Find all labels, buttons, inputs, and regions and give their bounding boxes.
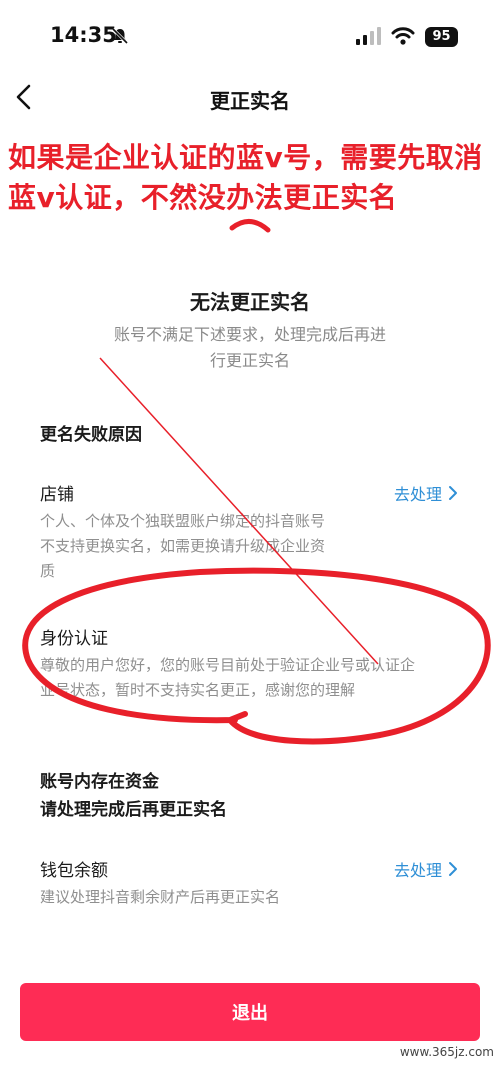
chevron-right-icon	[449, 486, 457, 500]
reason-store-description: 个人、个体及个独联盟账户绑定的抖音账号 不支持更换实名，如需更换请升级成企业资 …	[40, 509, 430, 584]
status-bar: 14:35 95	[0, 0, 500, 70]
chevron-right-icon	[449, 862, 457, 876]
exit-button[interactable]: 退出	[20, 983, 480, 1041]
annotation-line-1: 如果是企业认证的蓝v号，需要先取消	[8, 141, 483, 174]
status-time: 14:35	[50, 23, 117, 47]
page-title: 更正实名	[210, 89, 290, 113]
reason-store-desc-line-2: 不支持更换实名，如需更换请升级成企业资	[40, 537, 326, 555]
mute-bell-icon	[111, 27, 129, 45]
wallet-handle-label: 去处理	[393, 861, 442, 880]
wallet-balance-title: 钱包余额	[40, 861, 108, 881]
annotation-line-2: 蓝v认证，不然没办法更正实名	[8, 181, 398, 214]
watermark: www.365jz.com	[399, 1045, 494, 1059]
annotation-note: 如果是企业认证的蓝v号，需要先取消 蓝v认证，不然没办法更正实名	[8, 138, 498, 218]
battery-indicator: 95	[425, 27, 458, 47]
reason-store-desc-line-3: 质	[40, 562, 56, 580]
wallet-balance-description: 建议处理抖音剩余财产后再更正实名	[40, 888, 281, 906]
dialog-title: 无法更正实名	[190, 290, 310, 314]
reason-identity-title: 身份认证	[40, 629, 108, 649]
wifi-icon	[391, 27, 415, 45]
dialog-desc-line-2: 行更正实名	[209, 351, 290, 370]
store-handle-link[interactable]: 去处理	[394, 481, 458, 505]
store-handle-label: 去处理	[393, 485, 442, 504]
annotation-smile-stroke	[229, 219, 271, 233]
cellular-signal-icon	[356, 27, 381, 45]
reason-identity-description: 尊敬的用户您好，您的账号目前处于验证企业号或认证企 业号状态，暂时不支持实名更正…	[40, 653, 460, 703]
reason-identity-desc-line-2: 业号状态，暂时不支持实名更正，感谢您的理解	[40, 681, 356, 699]
dialog-desc-line-1: 账号不满足下述要求，处理完成后再进	[113, 325, 386, 344]
wallet-handle-link[interactable]: 去处理	[394, 857, 458, 881]
nav-bar: 更正实名	[0, 70, 500, 126]
funds-heading-line-1: 账号内存在资金	[40, 772, 159, 792]
reason-store-desc-line-1: 个人、个体及个独联盟账户绑定的抖音账号	[40, 512, 326, 530]
dialog-description: 账号不满足下述要求，处理完成后再进 行更正实名	[90, 322, 410, 374]
reason-store-title: 店铺	[40, 485, 74, 505]
failure-reason-heading: 更名失败原因	[40, 425, 142, 445]
funds-heading: 账号内存在资金 请处理完成后再更正实名	[40, 768, 227, 824]
reason-identity-desc-line-1: 尊敬的用户您好，您的账号目前处于验证企业号或认证企	[40, 656, 416, 674]
funds-heading-line-2: 请处理完成后再更正实名	[40, 800, 227, 820]
